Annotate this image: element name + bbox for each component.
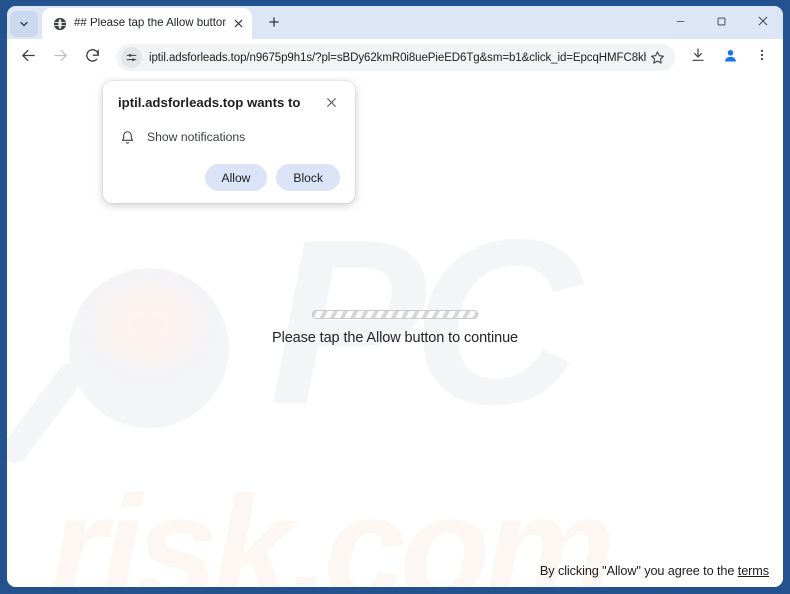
chevron-down-icon xyxy=(18,18,30,30)
back-button[interactable] xyxy=(13,43,43,73)
permission-dialog-header: iptil.adsforleads.top wants to xyxy=(118,95,340,113)
browser-tab[interactable]: ## Please tap the Allow button xyxy=(42,8,252,39)
maximize-button[interactable] xyxy=(701,6,742,39)
progress-bar xyxy=(312,310,478,320)
arrow-right-icon xyxy=(52,47,69,69)
notification-permission-dialog: iptil.adsforleads.top wants to Show noti… xyxy=(103,81,355,203)
address-bar[interactable]: iptil.adsforleads.top/n9675p9h1s/?pl=sBD… xyxy=(116,44,675,71)
site-settings-icon[interactable] xyxy=(121,47,142,68)
permission-request-label: Show notifications xyxy=(147,130,246,144)
bookmark-star-icon[interactable] xyxy=(646,47,668,69)
minimize-icon xyxy=(675,14,686,32)
page-message: Please tap the Allow button to continue xyxy=(272,330,518,346)
terms-link[interactable]: terms xyxy=(738,564,769,578)
minimize-button[interactable] xyxy=(660,6,701,39)
loader-block: Please tap the Allow button to continue xyxy=(7,306,783,346)
footer-note-text: By clicking "Allow" you agree to the xyxy=(539,564,738,578)
close-icon xyxy=(757,14,769,32)
page-viewport: PC risk.com Please tap the Allow button … xyxy=(7,76,783,587)
bell-icon xyxy=(118,128,136,146)
close-button[interactable] xyxy=(742,6,783,39)
permission-dialog-close-button[interactable] xyxy=(323,96,340,113)
browser-menu-button[interactable] xyxy=(748,44,776,72)
arrow-left-icon xyxy=(20,47,37,69)
footer-note: By clicking "Allow" you agree to the ter… xyxy=(540,564,769,578)
tab-close-button[interactable] xyxy=(230,16,246,32)
address-bar-url: iptil.adsforleads.top/n9675p9h1s/?pl=sBD… xyxy=(149,51,646,64)
tab-search-button[interactable] xyxy=(10,11,38,37)
window-controls xyxy=(660,6,783,39)
close-icon xyxy=(325,96,338,114)
downloads-button[interactable] xyxy=(684,44,712,72)
tab-title: ## Please tap the Allow button xyxy=(74,17,226,29)
allow-button[interactable]: Allow xyxy=(204,164,268,191)
reload-icon xyxy=(84,47,101,69)
tab-strip: ## Please tap the Allow button xyxy=(7,6,783,39)
avatar xyxy=(722,47,739,69)
profile-button[interactable] xyxy=(716,44,744,72)
permission-dialog-title: iptil.adsforleads.top wants to xyxy=(118,95,301,110)
browser-window: ## Please tap the Allow button iptil.ads… xyxy=(7,6,783,587)
reload-button[interactable] xyxy=(77,43,107,73)
permission-request-row: Show notifications xyxy=(118,128,340,146)
forward-button[interactable] xyxy=(45,43,75,73)
globe-icon xyxy=(52,16,67,31)
window-frame: ## Please tap the Allow button iptil.ads… xyxy=(0,0,790,594)
block-button[interactable]: Block xyxy=(276,164,340,191)
permission-dialog-actions: Allow Block xyxy=(118,164,340,191)
browser-toolbar: iptil.adsforleads.top/n9675p9h1s/?pl=sBD… xyxy=(7,39,783,76)
maximize-icon xyxy=(716,14,727,32)
new-tab-button[interactable] xyxy=(260,10,288,38)
plus-icon xyxy=(267,15,281,34)
kebab-menu-icon xyxy=(755,48,769,67)
download-icon xyxy=(690,47,706,68)
